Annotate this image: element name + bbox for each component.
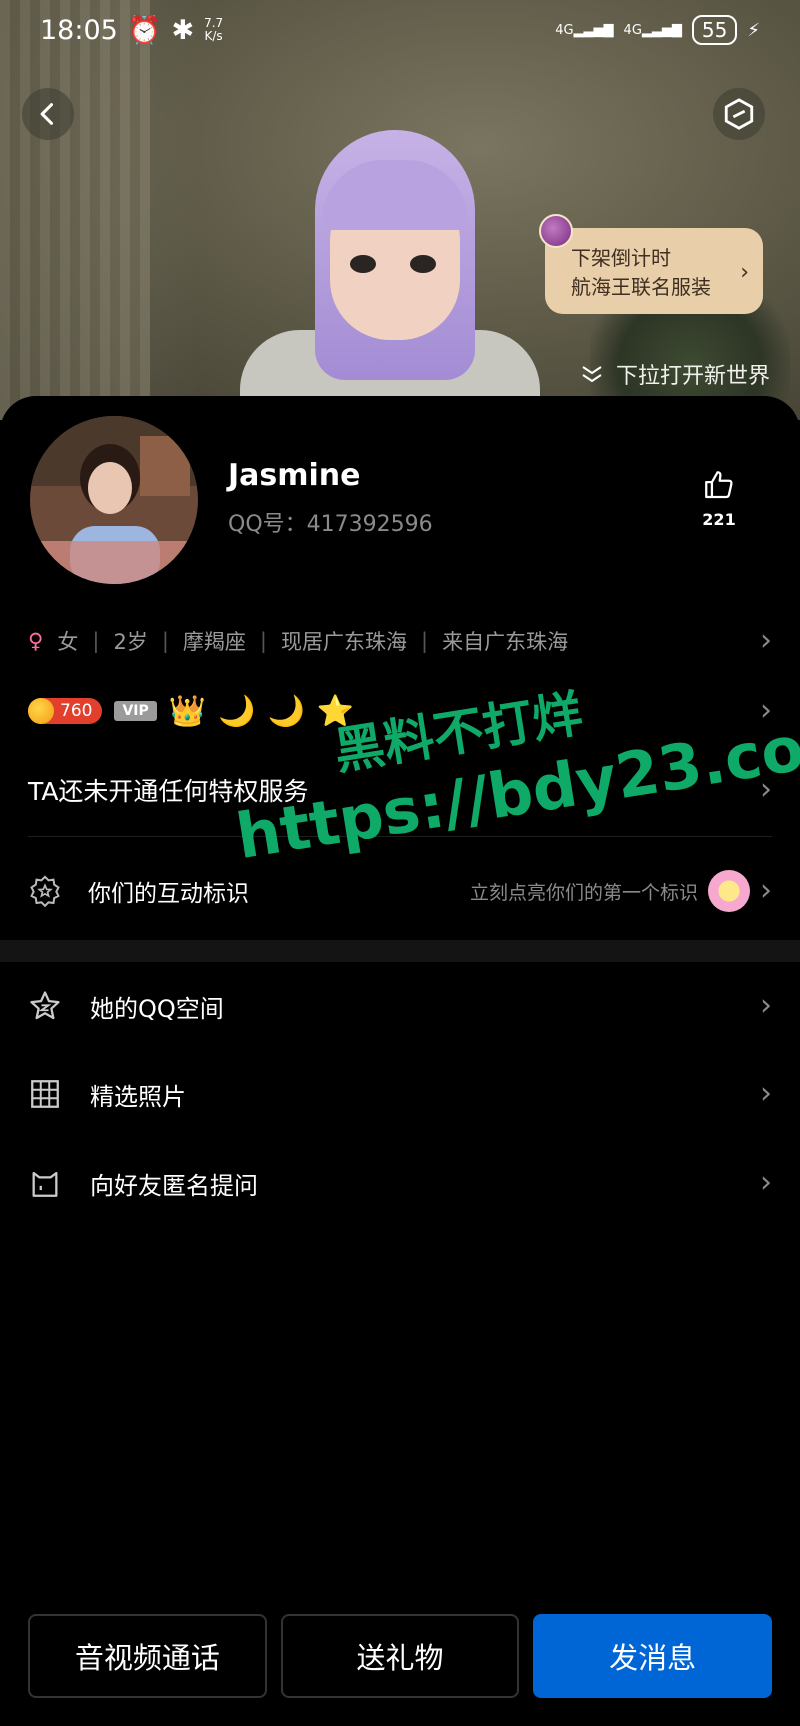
moon-icon: 🌙 — [267, 693, 305, 729]
menu-label: 她的QQ空间 — [90, 994, 224, 1023]
female-icon: ♀ — [28, 629, 44, 653]
status-bar: 18:05 ⏰ ✱ 7.7 K/s 4G▂▃▅▇ 4G▂▃▅▇ 55 ⚡ — [0, 0, 800, 60]
separator: | — [421, 629, 429, 653]
menu-item-anonymous-question[interactable]: 向好友匿名提问 › — [28, 1153, 772, 1213]
character-eye-right — [410, 255, 436, 273]
avatar[interactable] — [30, 416, 198, 584]
separator: | — [161, 629, 169, 653]
photo-grid-icon — [31, 1080, 59, 1108]
alarm-icon: ⏰ — [127, 15, 162, 46]
privilege-row[interactable]: TA还未开通任何特权服务 › — [28, 764, 772, 816]
menu-item-photos[interactable]: 精选照片 › — [28, 1064, 772, 1124]
battery-indicator: 55 — [691, 15, 738, 45]
avatar-image — [30, 416, 198, 584]
send-gift-button[interactable]: 送礼物 — [280, 1614, 520, 1698]
promo-line2: 航海王联名服装 — [571, 275, 711, 299]
network-speed: 7.7 K/s — [204, 16, 224, 43]
video-call-button[interactable]: 音视频通话 — [28, 1614, 267, 1698]
promo-line1: 下架倒计时 — [571, 246, 671, 270]
profile-info-row[interactable]: ♀ 女 | 2岁 | 摩羯座 | 现居广东珠海 | 来自广东珠海 › — [28, 616, 772, 666]
chevron-right-icon: › — [760, 1076, 772, 1111]
hometown: 来自广东珠海 — [442, 630, 569, 654]
interaction-mark-row[interactable]: 你们的互动标识 立刻点亮你们的第一个标识 › — [28, 856, 772, 926]
charging-icon: ⚡ — [747, 19, 760, 41]
character-eye-left — [350, 255, 376, 273]
like-count: 221 — [702, 510, 736, 529]
back-button[interactable] — [22, 88, 74, 140]
chevron-right-icon: › — [760, 1165, 772, 1200]
chevron-right-icon: › — [760, 623, 772, 658]
menu-label: 精选照片 — [90, 1082, 186, 1111]
devil-fruit-icon — [539, 214, 573, 248]
send-message-button[interactable]: 发消息 — [533, 1614, 773, 1698]
double-chevron-down-icon — [582, 366, 602, 383]
current-city: 现居广东珠海 — [281, 630, 407, 654]
interaction-hint: 立刻点亮你们的第一个标识 — [469, 881, 698, 904]
menu-item-qzone[interactable]: 她的QQ空间 › — [28, 976, 772, 1036]
avatar-scene[interactable] — [0, 0, 800, 420]
anonymous-question-icon — [32, 1171, 58, 1197]
chevron-right-icon: › — [760, 693, 772, 728]
badges-row[interactable]: 760 VIP 👑 🌙 🌙 ⭐ › — [28, 686, 772, 736]
interaction-badge-icon — [30, 875, 60, 908]
signal-icon: 4G▂▃▅▇ — [555, 22, 614, 38]
chevron-right-icon: › — [760, 988, 772, 1023]
pull-down-hint[interactable]: 下拉打开新世界 — [580, 358, 770, 390]
flower-icon — [708, 870, 750, 912]
chevron-right-icon: › — [740, 260, 749, 285]
chevron-left-icon — [40, 103, 54, 125]
signal-icon: 4G▂▃▅▇ — [623, 22, 682, 38]
menu-label: 向好友匿名提问 — [90, 1171, 258, 1200]
like-button[interactable]: 221 — [694, 468, 744, 529]
profile-name: Jasmine — [228, 458, 361, 493]
cube-icon — [724, 98, 754, 130]
qzone-star-icon — [30, 991, 60, 1020]
vip-badge: VIP — [114, 701, 157, 721]
profile-card: Jasmine QQ号：417392596 221 ♀ 女 | 2岁 | 摩羯座… — [0, 396, 800, 1726]
age: 2岁 — [113, 630, 148, 654]
bluetooth-icon: ✱ — [171, 14, 195, 46]
section-divider — [0, 940, 800, 962]
coin-icon — [28, 698, 54, 724]
zodiac: 摩羯座 — [182, 630, 246, 654]
crown-icon: 👑 — [168, 693, 207, 729]
interaction-label: 你们的互动标识 — [88, 881, 249, 907]
gender: 女 — [57, 630, 79, 654]
separator: | — [259, 629, 267, 653]
separator: | — [92, 629, 100, 653]
star-icon: ⭐ — [316, 693, 355, 729]
chevron-right-icon: › — [760, 873, 772, 908]
chevron-right-icon: › — [760, 772, 772, 807]
privilege-text: TA还未开通任何特权服务 — [28, 777, 309, 806]
moon-icon: 🌙 — [218, 693, 256, 729]
promo-bubble[interactable]: 下架倒计时 航海王联名服装 › — [539, 214, 763, 314]
qq-number-line[interactable]: QQ号：417392596 — [228, 506, 433, 538]
curtain-decoration — [0, 0, 150, 420]
avatar-editor-button[interactable] — [713, 88, 765, 140]
action-bar: 音视频通话 送礼物 发消息 — [28, 1614, 773, 1698]
thumbs-up-icon — [705, 471, 733, 499]
level-badge: 760 — [28, 698, 103, 724]
clock: 18:05 — [40, 14, 118, 46]
divider — [28, 836, 772, 837]
